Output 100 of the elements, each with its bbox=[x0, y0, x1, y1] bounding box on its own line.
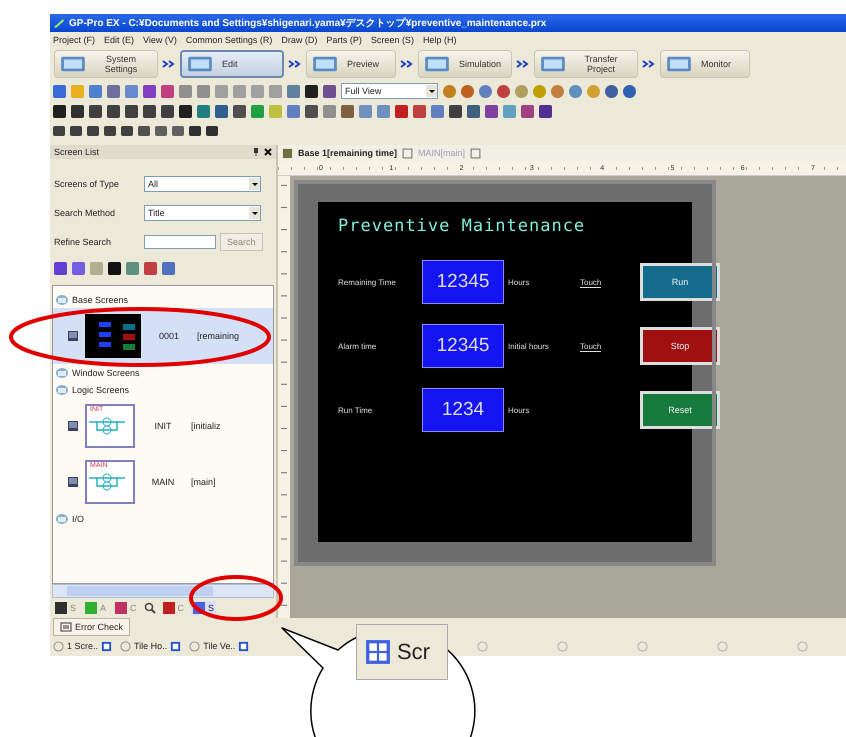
hmi-label: Run Time bbox=[338, 406, 374, 414]
menu-item[interactable]: Help (H) bbox=[422, 34, 456, 44]
field-label: Refine Search bbox=[54, 236, 112, 246]
menu-item[interactable]: Parts (P) bbox=[326, 34, 362, 44]
tree-group-label[interactable]: I/O bbox=[72, 514, 84, 524]
search-field[interactable] bbox=[144, 234, 216, 248]
screen-icon bbox=[282, 148, 293, 158]
chevron-icon bbox=[287, 59, 303, 69]
numeric-display: 1234 bbox=[422, 388, 504, 432]
monitor-icon bbox=[665, 54, 694, 74]
toolbar-icon[interactable] bbox=[71, 104, 84, 118]
workflow-button[interactable]: Transfer Project bbox=[534, 50, 638, 78]
circle-icon bbox=[637, 640, 648, 652]
toolbar-icon[interactable] bbox=[449, 104, 462, 118]
close-icon[interactable] bbox=[264, 148, 272, 156]
toolbar-icon[interactable] bbox=[161, 104, 174, 118]
workflow-button[interactable]: System Settings bbox=[54, 50, 158, 78]
numeric-display: 12345 bbox=[422, 260, 504, 304]
circle-icon bbox=[717, 640, 728, 652]
circle-icon bbox=[120, 640, 132, 652]
screen-icon bbox=[67, 419, 79, 433]
window-icon bbox=[170, 640, 182, 652]
error-check-tab[interactable]: Error Check bbox=[53, 618, 130, 636]
screen-title: [main] bbox=[191, 477, 216, 487]
menu-item[interactable]: Edit (E) bbox=[104, 34, 134, 44]
folder-icon bbox=[55, 366, 69, 378]
screen-thumbnail bbox=[85, 314, 141, 358]
monitor-icon bbox=[423, 54, 451, 74]
window-icon bbox=[101, 640, 112, 652]
chevron-icon bbox=[161, 59, 177, 69]
tree-group-label[interactable]: Base Screens bbox=[72, 294, 128, 304]
search-icon[interactable] bbox=[144, 602, 156, 614]
grid-icon bbox=[365, 639, 391, 665]
window-icon bbox=[238, 640, 250, 652]
hmi-unit: Initial hours bbox=[508, 342, 550, 350]
workflow-button[interactable]: Simulation bbox=[418, 50, 512, 78]
status-item[interactable]: Tile Ho.. bbox=[120, 640, 182, 652]
chevron-icon bbox=[399, 59, 415, 69]
toolbar-icon[interactable] bbox=[305, 104, 318, 118]
screen-number: MAIN bbox=[150, 477, 176, 487]
menu-item[interactable]: Screen (S) bbox=[370, 34, 414, 44]
toolbar-icon[interactable] bbox=[179, 104, 192, 118]
pin-icon[interactable] bbox=[252, 148, 260, 156]
toolbar-icon[interactable] bbox=[305, 84, 318, 98]
screen-number: 0001 bbox=[158, 331, 180, 341]
select-field[interactable]: Title bbox=[144, 204, 261, 220]
workflow-button[interactable]: Monitor bbox=[660, 50, 750, 78]
hmi-button[interactable]: Run bbox=[640, 263, 720, 301]
app-icon bbox=[53, 17, 65, 29]
numeric-display: 12345 bbox=[422, 324, 504, 368]
circle-icon bbox=[557, 640, 568, 652]
hmi-button[interactable]: Stop bbox=[640, 327, 720, 365]
status-item[interactable]: Tile Ve.. bbox=[189, 640, 250, 652]
touch-note: Touch bbox=[580, 342, 602, 352]
chevron-icon bbox=[641, 59, 658, 69]
select-field[interactable]: All bbox=[144, 176, 261, 192]
toolbar-icon[interactable] bbox=[53, 104, 66, 118]
menu-item[interactable]: View (V) bbox=[143, 34, 177, 44]
screen-title: [remaining bbox=[197, 331, 240, 341]
hmi-unit: Hours bbox=[508, 278, 530, 286]
window-title: GP-Pro EX - C:¥Documents and Settings¥shigenari.yama¥デスクトップ¥preventive_maintenance.prx bbox=[69, 16, 546, 30]
hmi-label: Remaining Time bbox=[338, 278, 397, 286]
toolbar-icon[interactable] bbox=[143, 104, 156, 118]
zoom-dropdown[interactable]: Full View bbox=[341, 83, 438, 99]
circle-icon bbox=[189, 640, 200, 652]
circle-icon bbox=[797, 640, 808, 652]
circle-icon bbox=[53, 640, 64, 652]
tree-group-label[interactable]: Logic Screens bbox=[72, 384, 130, 394]
folder-icon bbox=[55, 384, 69, 396]
toolbar-icon[interactable] bbox=[107, 104, 120, 118]
hmi-label: Alarm time bbox=[338, 342, 378, 350]
folder-icon bbox=[55, 512, 69, 524]
tab-label: Scr bbox=[397, 639, 430, 665]
screen-title: [initializ bbox=[191, 421, 221, 431]
toolbar-icon[interactable] bbox=[189, 126, 201, 136]
toolbar-icon[interactable] bbox=[125, 104, 138, 118]
hmi-button[interactable]: Reset bbox=[640, 391, 720, 429]
checklist-icon bbox=[60, 621, 72, 633]
tree-group-label[interactable]: Window Screens bbox=[72, 368, 140, 378]
screen-number: INIT bbox=[154, 421, 172, 431]
folder-icon bbox=[55, 294, 69, 306]
touch-note: Touch bbox=[580, 278, 602, 288]
workflow-button[interactable]: Preview bbox=[306, 50, 396, 78]
field-label: Search Method bbox=[54, 208, 116, 218]
circle-icon bbox=[477, 640, 488, 652]
toolbar-icon[interactable] bbox=[206, 126, 218, 136]
editor-tab[interactable]: Base 1[remaining time] bbox=[298, 148, 398, 158]
monitor-icon bbox=[539, 54, 568, 74]
status-item[interactable]: 1 Scre.. bbox=[53, 640, 112, 652]
toolbar-icon[interactable] bbox=[539, 104, 552, 118]
toolbar-icon[interactable] bbox=[89, 104, 102, 118]
hmi-title: Preventive Maintenance bbox=[338, 216, 586, 236]
horizontal-scrollbar[interactable] bbox=[52, 584, 274, 598]
monitor-icon bbox=[59, 54, 87, 74]
menu-item[interactable]: Project (F) bbox=[53, 34, 96, 44]
workflow-button[interactable]: Edit bbox=[180, 50, 284, 78]
menu-item[interactable]: Draw (D) bbox=[281, 34, 318, 44]
toolbar-icon[interactable] bbox=[233, 104, 246, 118]
menu-item[interactable]: Common Settings (R) bbox=[186, 34, 272, 44]
monitor-icon bbox=[186, 54, 214, 74]
